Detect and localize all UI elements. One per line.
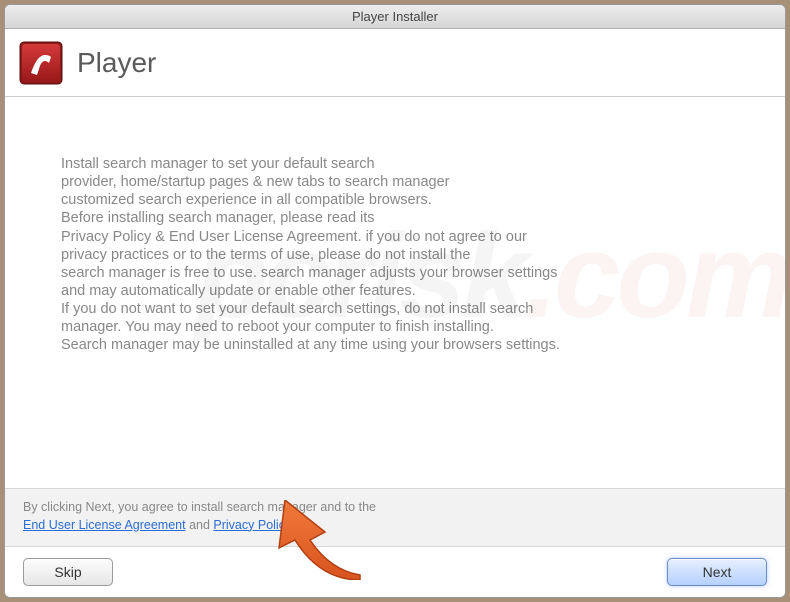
agreement-suffix: . (290, 518, 293, 532)
installer-window: Player Installer Player pcrisk.com Insta… (4, 4, 786, 598)
window-title: Player Installer (352, 9, 438, 24)
footer: Skip Next (5, 547, 785, 597)
body-text: Install search manager to set your defau… (61, 155, 729, 354)
eula-link[interactable]: End User License Agreement (23, 518, 186, 532)
agreement-prefix: By clicking Next, you agree to install s… (23, 500, 376, 514)
header-title: Player (77, 47, 156, 79)
header: Player (5, 29, 785, 97)
next-button[interactable]: Next (667, 558, 767, 586)
privacy-policy-link[interactable]: Privacy Policy (213, 518, 290, 532)
agreement-bar: By clicking Next, you agree to install s… (5, 488, 785, 547)
titlebar: Player Installer (5, 5, 785, 29)
flash-player-icon (19, 41, 63, 85)
content-area: pcrisk.com Install search manager to set… (5, 97, 785, 488)
skip-button[interactable]: Skip (23, 558, 113, 586)
agreement-joiner: and (186, 518, 214, 532)
